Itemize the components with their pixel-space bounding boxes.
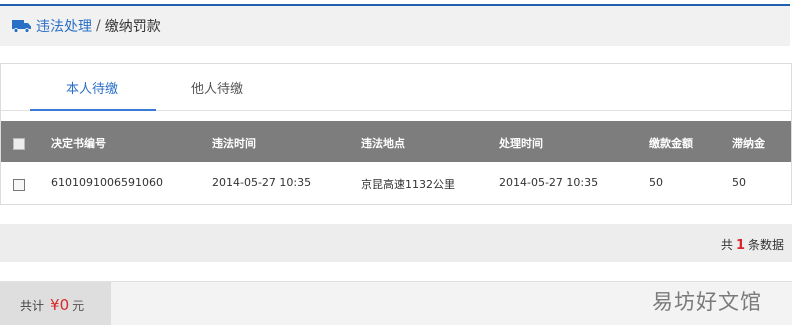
record-count-suffix: 条数据 — [747, 238, 784, 252]
record-count-value: 1 — [735, 238, 745, 253]
total-currency: ¥ — [50, 296, 60, 314]
breadcrumb: 违法处理 / 缴纳罚款 — [12, 16, 161, 36]
cell-violation-time: 2014-05-27 10:35 — [212, 176, 312, 189]
tab-others-pending[interactable]: 他人待缴 — [191, 78, 243, 97]
header-late-fee: 滞纳金 — [732, 137, 765, 150]
breadcrumb-link-violations[interactable]: 违法处理 — [36, 16, 92, 36]
total-label: 共计 — [20, 299, 45, 313]
cell-decision-number: 6101091006591060 — [51, 176, 163, 189]
record-count-prefix: 共 — [720, 238, 733, 252]
tab-bar: 本人待缴 他人待缴 — [1, 64, 791, 111]
total-currency-value: ¥0 — [50, 296, 69, 314]
breadcrumb-separator: / — [96, 18, 101, 34]
truck-icon — [12, 20, 31, 33]
row-checkbox[interactable] — [13, 179, 25, 191]
total-amount: 共计 ¥0 元 — [20, 296, 84, 314]
breadcrumb-current: 缴纳罚款 — [104, 19, 161, 35]
cell-process-time: 2014-05-27 10:35 — [499, 176, 599, 189]
cell-violation-location: 京昆高速1132公里 — [361, 178, 455, 191]
cell-late-fee: 50 — [732, 176, 746, 189]
table-header: 决定书编号 违法时间 违法地点 处理时间 缴款金额 滞纳金 — [1, 121, 791, 162]
total-box: 共计 ¥0 元 — [0, 282, 111, 325]
total-value: 0 — [59, 296, 70, 314]
table-row: 6101091006591060 2014-05-27 10:35 京昆高速11… — [1, 162, 791, 205]
header-process-time: 处理时间 — [499, 137, 543, 150]
header-violation-location: 违法地点 — [361, 137, 405, 150]
active-tab-indicator — [30, 109, 156, 111]
record-count: 共 1 条数据 — [721, 236, 784, 253]
header-violation-time: 违法时间 — [212, 137, 256, 150]
record-count-bar: 共 1 条数据 — [0, 224, 792, 262]
header-decision-number: 决定书编号 — [51, 137, 106, 150]
total-unit: 元 — [72, 299, 85, 313]
header-payment-amount: 缴款金额 — [649, 137, 693, 150]
tab-self-pending[interactable]: 本人待缴 — [66, 78, 118, 97]
cell-payment-amount: 50 — [649, 176, 663, 189]
watermark: 易坊好文馆 — [652, 290, 762, 314]
fine-panel: 本人待缴 他人待缴 决定书编号 违法时间 违法地点 处理时间 缴款金额 滞纳金 … — [0, 63, 792, 205]
select-all-checkbox[interactable] — [13, 138, 25, 150]
